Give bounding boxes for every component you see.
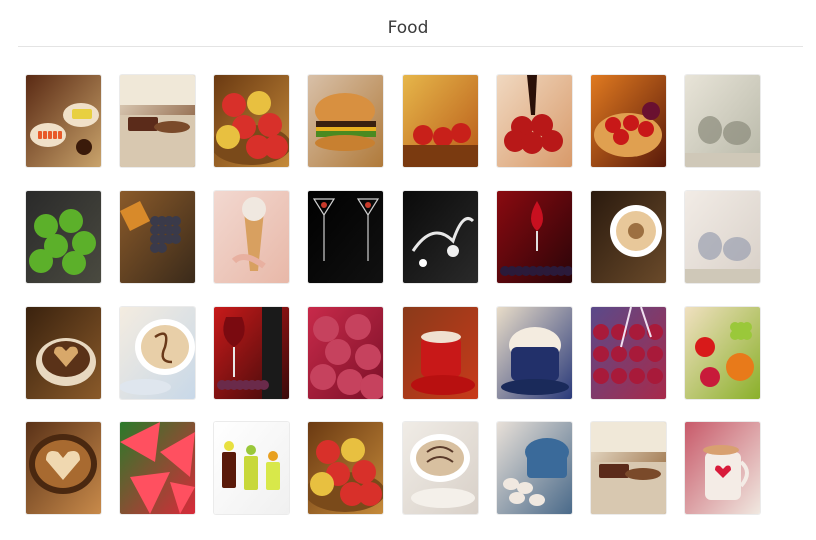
photo-tile-apple-basket[interactable]	[214, 75, 289, 167]
photo-tile-love-mug[interactable]	[685, 422, 760, 514]
photo-tile-cappuccino-blue-cup[interactable]	[497, 307, 572, 399]
cocktail-glasses-photo	[214, 422, 289, 514]
photo-tile-mixed-fruit[interactable]	[685, 307, 760, 399]
photo-tile-tea-set-light[interactable]	[685, 75, 760, 167]
photo-tile-coffee-cup-pattern[interactable]	[403, 422, 478, 514]
photo-tile-frozen-raspberries[interactable]	[308, 307, 383, 399]
photo-tile-burger[interactable]	[308, 75, 383, 167]
photo-tile-heart-coffee-beans[interactable]	[26, 307, 101, 399]
smoke-splash-photo	[403, 191, 478, 283]
bread-dessert-table-photo	[120, 75, 195, 167]
frosted-berries-photo	[591, 307, 666, 399]
love-mug-photo	[685, 422, 760, 514]
apple-basket-2-photo	[308, 422, 383, 514]
photo-tile-sushi-platter[interactable]	[26, 75, 101, 167]
photo-tile-coffee-beans-cup[interactable]	[591, 191, 666, 283]
photo-tile-hot-chocolate-marshmallow[interactable]	[403, 307, 478, 399]
apple-basket-photo	[214, 75, 289, 167]
heart-coffee-beans-photo	[26, 307, 101, 399]
cappuccino-blue-cup-photo	[497, 307, 572, 399]
dessert-table-2-photo	[591, 422, 666, 514]
burger-photo	[308, 75, 383, 167]
photo-tile-frosted-berries[interactable]	[591, 307, 666, 399]
photo-tile-chocolate-strawberries[interactable]	[497, 75, 572, 167]
martini-glasses-photo	[308, 191, 383, 283]
autumn-apples-photo	[403, 75, 478, 167]
coffee-beans-cup-photo	[591, 191, 666, 283]
photo-tile-grapes-autumn[interactable]	[120, 191, 195, 283]
photo-tile-watermelon-slices[interactable]	[120, 422, 195, 514]
watermelon-slices-photo	[120, 422, 195, 514]
macarons-cups-photo	[497, 422, 572, 514]
fruit-tart-photo	[591, 75, 666, 167]
photo-tile-red-wine-berries[interactable]	[497, 191, 572, 283]
photo-tile-macarons-cups[interactable]	[497, 422, 572, 514]
ice-cream-cone-photo	[214, 191, 289, 283]
photo-tile-bread-dessert-table[interactable]	[120, 75, 195, 167]
red-wine-berries-photo	[497, 191, 572, 283]
photo-tile-autumn-apples[interactable]	[403, 75, 478, 167]
mixed-fruit-photo	[685, 307, 760, 399]
tea-set-light-photo	[685, 75, 760, 167]
tea-set-white-photo	[685, 191, 760, 283]
frozen-raspberries-photo	[308, 307, 383, 399]
photo-tile-apple-basket-2[interactable]	[308, 422, 383, 514]
photo-tile-ice-cream-cone[interactable]	[214, 191, 289, 283]
photo-tile-martini-glasses[interactable]	[308, 191, 383, 283]
latte-art-love-photo	[120, 307, 195, 399]
hot-chocolate-marshmallow-photo	[403, 307, 478, 399]
latte-heart-photo	[26, 422, 101, 514]
photo-tile-tea-set-white[interactable]	[685, 191, 760, 283]
coffee-cup-pattern-photo	[403, 422, 478, 514]
sushi-platter-photo	[26, 75, 101, 167]
photo-tile-green-apples[interactable]	[26, 191, 101, 283]
photo-tile-wine-bottle-grapes[interactable]	[214, 307, 289, 399]
photo-tile-cocktail-glasses[interactable]	[214, 422, 289, 514]
photo-tile-dessert-table-2[interactable]	[591, 422, 666, 514]
photo-tile-latte-heart[interactable]	[26, 422, 101, 514]
wine-bottle-grapes-photo	[214, 307, 289, 399]
grapes-autumn-photo	[120, 191, 195, 283]
green-apples-photo	[26, 191, 101, 283]
photo-tile-smoke-splash[interactable]	[403, 191, 478, 283]
chocolate-strawberries-photo	[497, 75, 572, 167]
photo-tile-fruit-tart[interactable]	[591, 75, 666, 167]
photo-tile-latte-art-love[interactable]	[120, 307, 195, 399]
food-gallery	[0, 0, 816, 540]
